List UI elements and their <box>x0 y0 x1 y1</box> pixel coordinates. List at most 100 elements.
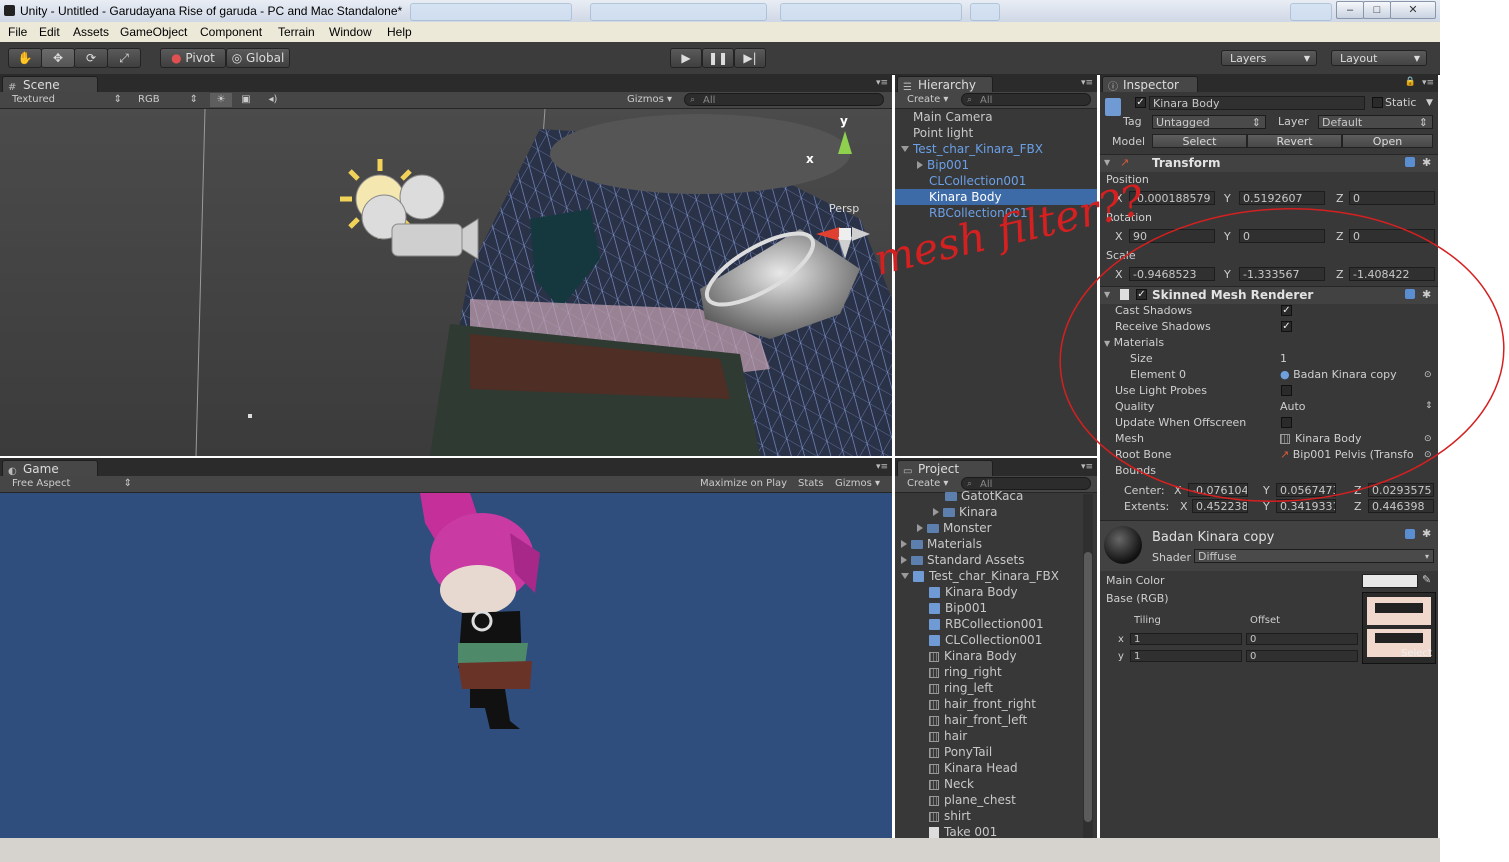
model-revert-button[interactable]: Revert <box>1247 134 1342 148</box>
hierarchy-item-kinara-body[interactable]: Kinara Body <box>895 189 1097 205</box>
step-button[interactable]: ▶| <box>734 48 766 68</box>
play-button[interactable]: ▶ <box>670 48 702 68</box>
project-item[interactable]: hair_front_right <box>929 696 1036 712</box>
minimize-button[interactable]: – <box>1336 1 1364 19</box>
expand-icon[interactable] <box>901 573 909 579</box>
game-gizmos-dropdown[interactable]: Gizmos ▾ <box>835 477 885 491</box>
base-texture-slot[interactable]: Select <box>1362 592 1436 664</box>
menu-window[interactable]: Window <box>329 25 372 39</box>
offscreen-checkbox[interactable] <box>1281 417 1292 428</box>
move-tool-button[interactable]: ✥ <box>41 48 75 68</box>
rotation-x-field[interactable]: 90 <box>1129 229 1215 243</box>
project-item[interactable]: hair <box>929 728 967 744</box>
center-y-field[interactable]: 0.0567473 <box>1276 483 1336 497</box>
projection-label[interactable]: Persp <box>829 202 859 215</box>
scene-lighting-toggle[interactable]: ☀ <box>210 93 232 107</box>
hierarchy-item-rbcollection[interactable]: RBCollection001 <box>895 205 1097 221</box>
main-color-swatch[interactable] <box>1362 574 1418 588</box>
hand-tool-button[interactable]: ✋ <box>8 48 42 68</box>
position-x-field[interactable]: -0.000188579 <box>1129 191 1215 205</box>
menu-gameobject[interactable]: GameObject <box>120 25 187 39</box>
hierarchy-item-clcollection[interactable]: CLCollection001 <box>895 173 1097 189</box>
gear-icon[interactable]: ✱ <box>1422 156 1431 169</box>
collapsed-icon[interactable] <box>933 508 939 516</box>
render-mode-dropdown[interactable]: RGB ⇕ <box>138 93 198 107</box>
material-header[interactable]: Badan Kinara copy Shader Diffuse ▾ ✱ <box>1100 520 1438 571</box>
project-item[interactable]: Bip001 <box>929 600 987 616</box>
layer-dropdown[interactable]: Default ⇕ <box>1318 115 1433 129</box>
project-item[interactable]: CLCollection001 <box>929 632 1042 648</box>
expand-icon[interactable]: ▼ <box>1104 290 1110 299</box>
project-item[interactable]: Test_char_Kinara_FBX <box>901 568 1059 584</box>
pause-button[interactable]: ❚❚ <box>702 48 734 68</box>
layout-dropdown[interactable]: Layout ▼ <box>1331 50 1427 66</box>
project-item[interactable]: hair_front_left <box>929 712 1027 728</box>
project-item[interactable]: Monster <box>917 520 992 536</box>
tiling-y-field[interactable]: 1 <box>1130 650 1242 662</box>
project-item[interactable]: Kinara Body <box>929 648 1017 664</box>
project-scrollbar[interactable] <box>1083 494 1093 838</box>
model-open-button[interactable]: Open <box>1342 134 1433 148</box>
position-z-field[interactable]: 0 <box>1349 191 1435 205</box>
shader-dropdown[interactable]: Diffuse ▾ <box>1194 549 1434 563</box>
center-x-field[interactable]: -0.0761048 <box>1188 483 1248 497</box>
menu-component[interactable]: Component <box>200 25 262 39</box>
menu-edit[interactable]: Edit <box>39 25 60 39</box>
object-picker-icon[interactable]: ⊙ <box>1424 448 1432 462</box>
extents-y-field[interactable]: 0.3419331 <box>1276 499 1336 513</box>
renderer-enabled-checkbox[interactable]: ✓ <box>1136 289 1147 300</box>
object-picker-icon[interactable]: ⊙ <box>1424 368 1432 382</box>
scene-viewport[interactable] <box>0 109 892 456</box>
object-name-field[interactable]: Kinara Body <box>1149 96 1365 110</box>
project-item[interactable]: shirt <box>929 808 971 824</box>
expand-icon[interactable] <box>901 146 909 152</box>
scale-tool-button[interactable]: ⤢ <box>107 48 141 68</box>
project-item[interactable]: Neck <box>929 776 974 792</box>
scale-y-field[interactable]: -1.333567 <box>1239 267 1325 281</box>
project-item[interactable]: RBCollection001 <box>929 616 1044 632</box>
texture-select-button[interactable]: Select <box>1401 648 1432 659</box>
menu-terrain[interactable]: Terrain <box>278 25 315 39</box>
collapsed-icon[interactable] <box>901 556 907 564</box>
skinned-mesh-renderer-header[interactable]: ▼ ✓ Skinned Mesh Renderer ✱ <box>1100 286 1438 304</box>
cast-shadows-checkbox[interactable]: ✓ <box>1281 305 1292 316</box>
root-bone-field[interactable]: ↗ Bip001 Pelvis (Transfo <box>1280 448 1420 462</box>
panel-menu-icon[interactable]: ▾≡ <box>1081 462 1093 472</box>
menu-assets[interactable]: Assets <box>73 25 109 39</box>
chevron-icon[interactable]: ⇕ <box>1425 399 1433 413</box>
project-item[interactable]: Standard Assets <box>901 552 1024 568</box>
size-value[interactable]: 1 <box>1280 352 1287 366</box>
project-item[interactable]: plane_chest <box>929 792 1016 808</box>
shading-dropdown[interactable]: Textured ⇕ <box>12 93 122 107</box>
scrollbar-thumb[interactable] <box>1084 552 1092 822</box>
offset-y-field[interactable]: 0 <box>1246 650 1358 662</box>
active-checkbox[interactable]: ✓ <box>1135 97 1146 108</box>
collapsed-icon[interactable] <box>901 540 907 548</box>
menu-file[interactable]: File <box>8 25 27 39</box>
lock-icon[interactable]: 🔒 <box>1405 77 1416 87</box>
collapsed-icon[interactable] <box>917 524 923 532</box>
rotation-z-field[interactable]: 0 <box>1349 229 1435 243</box>
tiling-x-field[interactable]: 1 <box>1130 633 1242 645</box>
project-item[interactable]: Kinara Head <box>929 760 1018 776</box>
close-button[interactable]: ✕ <box>1390 1 1436 19</box>
panel-menu-icon[interactable]: ▾≡ <box>876 78 888 88</box>
project-item[interactable]: PonyTail <box>929 744 992 760</box>
object-picker-icon[interactable]: ⊙ <box>1424 432 1432 446</box>
project-item[interactable]: ring_right <box>929 664 1002 680</box>
tab-hierarchy[interactable]: ☰ Hierarchy <box>897 76 993 93</box>
transform-header[interactable]: ▼ ↗ Transform ✱ <box>1100 154 1438 172</box>
scene-gizmos-dropdown[interactable]: Gizmos ▾ <box>627 93 677 107</box>
layers-dropdown[interactable]: Layers ▼ <box>1221 50 1317 66</box>
position-y-field[interactable]: 0.5192607 <box>1239 191 1325 205</box>
maximize-button[interactable]: □ <box>1363 1 1391 19</box>
hierarchy-item-main-camera[interactable]: Main Camera <box>895 109 1097 125</box>
project-item[interactable]: Kinara Body <box>929 584 1018 600</box>
hierarchy-search-input[interactable]: ⌕ All <box>961 93 1091 106</box>
expand-icon[interactable]: ▼ <box>1104 158 1110 167</box>
game-view[interactable] <box>0 493 892 838</box>
scene-fx-toggle[interactable]: ▣ <box>236 93 256 107</box>
rotate-tool-button[interactable]: ⟳ <box>74 48 108 68</box>
maximize-on-play-toggle[interactable]: Maximize on Play <box>700 477 792 491</box>
panel-menu-icon[interactable]: ▾≡ <box>1081 78 1093 88</box>
